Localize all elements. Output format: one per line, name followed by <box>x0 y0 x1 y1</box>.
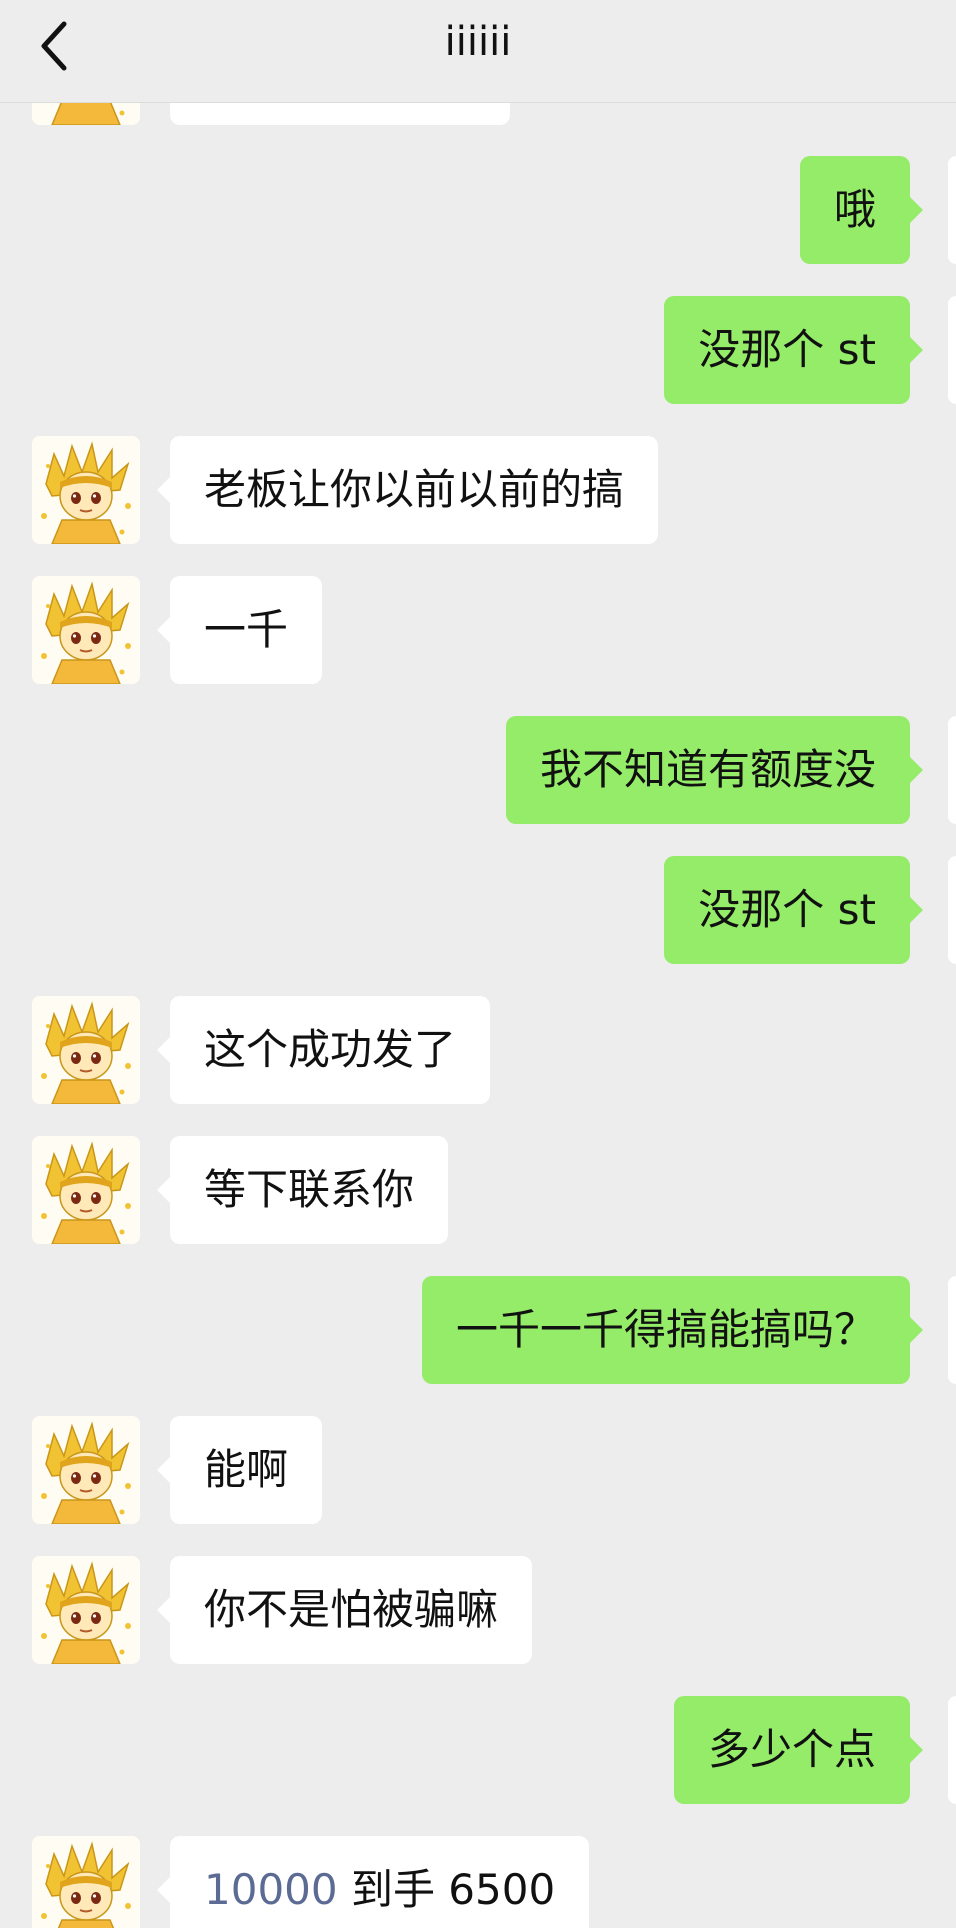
message-row: 哦 <box>0 156 956 264</box>
message-bubble[interactable]: 等下联系你 <box>156 1136 449 1244</box>
message-bubble[interactable]: 我不知道有额度没 <box>505 716 924 824</box>
contact-avatar[interactable] <box>32 1556 140 1664</box>
message-bubble[interactable]: 没那个 st <box>664 296 923 404</box>
message-list[interactable]: 哦 没那个 st 老板让你以前以前的搞 一千 我不知道有额度没 没那个 st 这… <box>0 103 956 1928</box>
message-bubble[interactable]: 你不是怕被骗嘛 <box>156 1556 533 1664</box>
message-row: 这个成功发了 <box>0 996 956 1104</box>
contact-avatar[interactable] <box>32 1836 140 1928</box>
self-avatar[interactable] <box>948 716 956 824</box>
message-bubble[interactable]: 没那个 st <box>664 856 923 964</box>
message-bubble[interactable]: 哦 <box>799 156 924 264</box>
self-avatar[interactable] <box>948 856 956 964</box>
self-avatar[interactable] <box>948 156 956 264</box>
message-bubble[interactable] <box>170 103 510 125</box>
message-bubble[interactable]: 这个成功发了 <box>156 996 491 1104</box>
message-text: 到手 6500 <box>337 1865 556 1914</box>
message-row: 能啊 <box>0 1416 956 1524</box>
contact-avatar[interactable] <box>32 103 140 125</box>
message-row: 多少个点 <box>0 1696 956 1804</box>
contact-avatar[interactable] <box>32 1416 140 1524</box>
contact-avatar[interactable] <box>32 1136 140 1244</box>
message-bubble[interactable]: 能啊 <box>156 1416 323 1524</box>
contact-avatar[interactable] <box>32 436 140 544</box>
contact-avatar[interactable] <box>32 576 140 684</box>
self-avatar[interactable] <box>948 1696 956 1804</box>
message-row <box>0 103 956 125</box>
message-bubble[interactable]: 一千 <box>156 576 323 684</box>
message-row: 没那个 st <box>0 856 956 964</box>
message-row: 没那个 st <box>0 296 956 404</box>
message-bubble[interactable]: 10000 到手 6500 <box>156 1836 590 1928</box>
number-link[interactable]: 10000 <box>204 1865 338 1914</box>
message-bubble[interactable]: 老板让你以前以前的搞 <box>156 436 659 544</box>
message-row: 我不知道有额度没 <box>0 716 956 824</box>
message-bubble[interactable]: 一千一千得搞能搞吗？ <box>421 1276 924 1384</box>
message-row: 10000 到手 6500 <box>0 1836 956 1928</box>
message-row: 一千 <box>0 576 956 684</box>
contact-avatar[interactable] <box>32 996 140 1104</box>
message-row: 老板让你以前以前的搞 <box>0 436 956 544</box>
self-avatar[interactable] <box>948 1276 956 1384</box>
self-avatar[interactable] <box>948 296 956 404</box>
message-row: 等下联系你 <box>0 1136 956 1244</box>
chat-title: iiiiii <box>444 19 512 65</box>
message-row: 一千一千得搞能搞吗？ <box>0 1276 956 1384</box>
chat-header: iiiiii <box>0 0 956 103</box>
message-bubble[interactable]: 多少个点 <box>673 1696 924 1804</box>
message-row: 你不是怕被骗嘛 <box>0 1556 956 1664</box>
